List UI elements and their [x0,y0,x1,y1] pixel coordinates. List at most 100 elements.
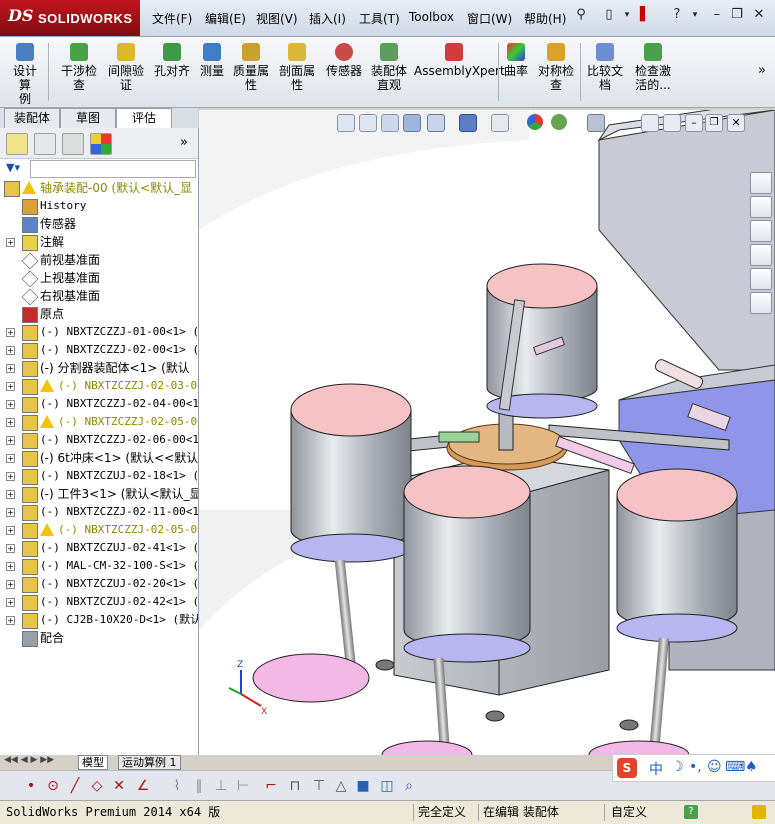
help-dropdown-icon[interactable]: ▾ [686,6,704,24]
expand-icon[interactable]: + [6,490,15,499]
tab-sketch[interactable]: 草图 [60,108,116,129]
tree-item[interactable]: + (-) NBXTZCZZJ-01-00<1> (默 [0,323,198,341]
hole-alignment-button[interactable]: 孔对齐 [150,41,194,78]
expand-icon[interactable]: + [6,454,15,463]
expand-icon[interactable]: + [6,418,15,427]
pin-icon[interactable]: ⚲ [572,6,590,24]
intersection-icon[interactable]: ✕ [110,777,128,795]
menu-edit[interactable]: 编辑(E) [205,10,246,27]
sensor-button[interactable]: 传感器 [322,41,366,78]
expand-icon[interactable]: + [6,544,15,553]
property-manager-icon[interactable] [34,133,56,155]
feature-manager-icon[interactable] [6,133,28,155]
expand-panel-icon[interactable]: » [180,135,188,150]
zoom-to-fit-icon[interactable] [337,114,355,132]
expand-icon[interactable]: + [6,400,15,409]
more-commands-icon[interactable]: » [758,63,766,78]
expand-icon[interactable]: + [6,346,15,355]
taskpane-properties-icon[interactable] [750,292,772,314]
compare-documents-button[interactable]: 比较文 档 [584,41,626,92]
curvature-button[interactable]: 曲率 [502,41,530,78]
expand-icon[interactable]: + [6,328,15,337]
expand-icon[interactable]: + [6,562,15,571]
interference-check-button[interactable]: 干涉检 查 [56,41,102,92]
expand-icon[interactable]: + [6,472,15,481]
parallel-icon[interactable]: ∥ [190,777,208,795]
expand-icon[interactable]: + [6,580,15,589]
view-orientation-icon[interactable] [427,114,445,132]
skin-icon[interactable]: ♠ [745,759,758,775]
angle-icon[interactable]: △ [332,777,350,795]
design-study-button[interactable]: 设计算 例 [8,41,42,106]
expand-icon[interactable]: + [6,382,15,391]
camera-icon[interactable]: ⌕ [400,777,418,795]
tree-item[interactable]: + (-) NBXTZCZUJ-02-41<1> ( [0,539,198,557]
apply-scene-icon[interactable] [551,114,567,130]
tree-item[interactable]: + (-) 分割器装配体<1> (默认 [0,359,198,377]
scroll-left-icon[interactable]: ◀◀ ◀ ▶ ▶▶ [4,755,54,765]
tree-item[interactable]: + (-) NBXTZCZZJ-02-03-00< [0,377,198,395]
tree-item[interactable]: History [0,197,198,215]
mass-properties-button[interactable]: 质量属 性 [230,41,272,92]
punctuation-icon[interactable]: •, [689,759,702,775]
tab-motion-study[interactable]: 运动算例 1 [118,755,181,770]
viewport-maximize-icon[interactable]: ❐ [705,114,723,132]
tree-item[interactable]: + (-) NBXTZCZUJ-02-42<1> ( [0,593,198,611]
menu-file[interactable]: 文件(F) [152,10,192,27]
viewport-minimize-icon[interactable]: – [685,114,703,132]
tree-item[interactable]: 传感器 [0,215,198,233]
vertical-icon[interactable]: ⊤ [310,777,328,795]
edit-appearance-icon[interactable] [527,114,543,130]
tree-item[interactable]: + (-) NBXTZCZZJ-02-04-00<1> [0,395,198,413]
ime-logo-icon[interactable]: S [617,758,637,778]
assembly-visualization-button[interactable]: 装配体 直观 [368,41,410,92]
tree-item[interactable]: 右视基准面 [0,287,198,305]
tab-evaluate[interactable]: 评估 [116,108,172,129]
new-dropdown-icon[interactable]: ▾ [618,6,636,24]
menu-tools[interactable]: 工具(T) [359,10,400,27]
symmetry-check-button[interactable]: 对称检 查 [534,41,578,92]
moon-icon[interactable]: ☽ [671,759,684,775]
status-custom[interactable]: 自定义 [604,804,683,821]
filter-icon[interactable]: ▼▾ [6,161,20,174]
tree-item[interactable]: + (-) NBXTZCZZJ-02-05-00< [0,521,198,539]
keyboard-icon[interactable]: ⌨ [725,759,745,775]
assemblyxpert-button[interactable]: AssemblyXpert [414,41,505,78]
expand-icon[interactable]: + [6,508,15,517]
clearance-verify-button[interactable]: 间隙验 证 [104,41,148,92]
measure-button[interactable]: 测量 [196,41,228,78]
graphics-area[interactable]: Z X – ❐ ✕ [199,110,775,755]
tree-item[interactable]: + (-) NBXTZCZZJ-02-11-00<1> [0,503,198,521]
expand-icon[interactable]: + [6,598,15,607]
menu-window[interactable]: 窗口(W) [467,10,512,27]
hide-show-icon[interactable] [491,114,509,132]
tree-item[interactable]: + (-) 工件3<1> (默认<默认_显 [0,485,198,503]
taskpane-resources-icon[interactable] [750,172,772,194]
emoji-icon[interactable]: ☺ [707,759,722,775]
tree-item[interactable]: + (-) NBXTZCZZJ-02-06-00<1> [0,431,198,449]
ime-mode[interactable]: 中 [649,759,663,779]
minimize-icon[interactable]: – [708,6,726,24]
viewport-close-icon[interactable]: ✕ [727,114,745,132]
dimension-icon[interactable]: ⊓ [286,777,304,795]
viewport-split-icon[interactable] [663,114,681,132]
tree-item[interactable]: + 注解 [0,233,198,251]
tree-item[interactable]: + (-) NBXTZCZZJ-02-05-00< [0,413,198,431]
tree-item[interactable]: + (-) MAL-CM-32-100-S<1> ( [0,557,198,575]
taskpane-explorer-icon[interactable] [750,220,772,242]
horizontal-icon[interactable]: ⊢ [234,777,252,795]
zoom-area-icon[interactable] [359,114,377,132]
tab-model[interactable]: 模型 [78,755,108,770]
viewport-restore-icon[interactable] [641,114,659,132]
line-icon[interactable]: ╱ [66,777,84,795]
expand-icon[interactable]: + [6,238,15,247]
circle-icon[interactable]: ◇ [88,777,106,795]
expand-icon[interactable]: + [6,526,15,535]
display-style-icon[interactable] [459,114,477,132]
close-icon[interactable]: ✕ [750,6,768,24]
tree-item[interactable]: 轴承装配-00 (默认<默认_显 [0,179,198,197]
taskpane-library-icon[interactable] [750,196,772,218]
configuration-manager-icon[interactable] [62,133,84,155]
tree-item[interactable]: + (-) NBXTZCZZJ-02-00<1> (默 [0,341,198,359]
expand-icon[interactable]: + [6,436,15,445]
